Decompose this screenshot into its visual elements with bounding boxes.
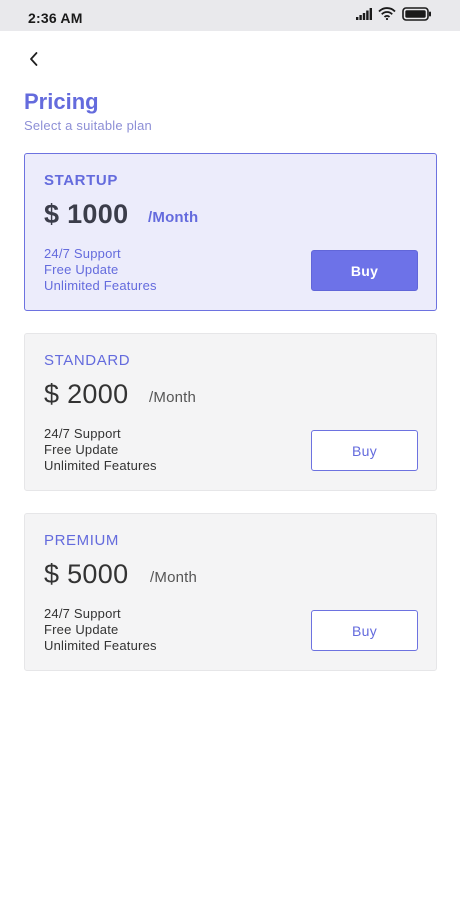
wifi-icon <box>378 7 396 25</box>
buy-button-standard[interactable]: Buy <box>311 430 418 471</box>
chevron-left-icon <box>28 51 40 72</box>
plan-period: /Month <box>148 209 199 226</box>
feature-item: Unlimited Features <box>44 458 157 473</box>
status-bar: 2:36 AM <box>0 0 460 31</box>
plan-card-startup: STARTUP $ 1000 /Month 24/7 Support Free … <box>24 153 437 311</box>
battery-icon <box>402 6 432 26</box>
feature-item: Free Update <box>44 262 119 277</box>
feature-item: Free Update <box>44 442 119 457</box>
page-subtitle: Select a suitable plan <box>24 118 152 133</box>
buy-button-startup[interactable]: Buy <box>311 250 418 291</box>
buy-button-premium[interactable]: Buy <box>311 610 418 651</box>
plan-features: 24/7 Support Free Update Unlimited Featu… <box>44 426 157 474</box>
plan-period: /Month <box>149 389 197 406</box>
plan-price: $ 1000 <box>44 199 129 229</box>
feature-item: Unlimited Features <box>44 278 157 293</box>
feature-item: 24/7 Support <box>44 246 121 261</box>
plan-name: PREMIUM <box>44 532 120 549</box>
back-button[interactable] <box>22 48 46 74</box>
status-icons <box>356 6 432 26</box>
plan-card-premium: PREMIUM $ 5000 /Month 24/7 Support Free … <box>24 513 437 671</box>
page-title: Pricing <box>24 89 99 114</box>
feature-item: 24/7 Support <box>44 426 121 441</box>
signal-icon <box>356 7 372 25</box>
plan-name: STANDARD <box>44 352 131 369</box>
plan-price: $ 5000 <box>44 559 129 589</box>
feature-item: Free Update <box>44 622 119 637</box>
plan-period: /Month <box>150 569 198 586</box>
plan-name: STARTUP <box>44 172 118 189</box>
plan-price: $ 2000 <box>44 379 129 409</box>
feature-item: Unlimited Features <box>44 638 157 653</box>
plan-card-standard: STANDARD $ 2000 /Month 24/7 Support Free… <box>24 333 437 491</box>
plan-features: 24/7 Support Free Update Unlimited Featu… <box>44 246 157 294</box>
feature-item: 24/7 Support <box>44 606 121 621</box>
plan-features: 24/7 Support Free Update Unlimited Featu… <box>44 606 157 654</box>
status-time: 2:36 AM <box>28 10 83 26</box>
